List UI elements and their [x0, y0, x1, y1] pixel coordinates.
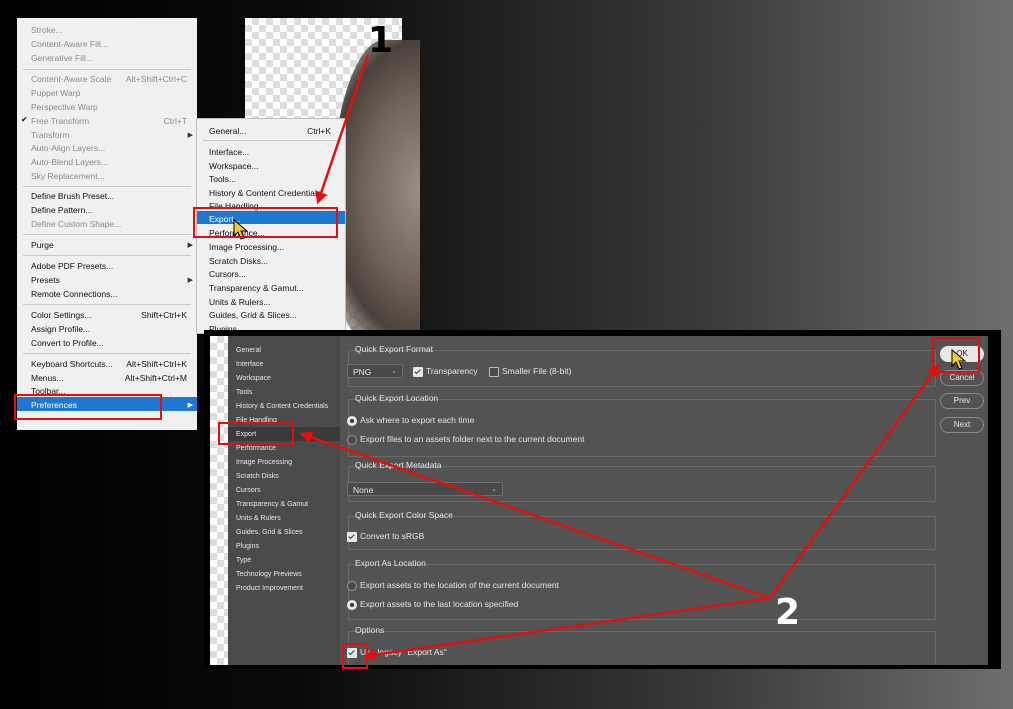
arrow-to-export-sidebar	[299, 431, 771, 600]
step-number-2: 2	[775, 592, 801, 633]
arrow-to-export	[315, 54, 370, 205]
arrow-to-ok	[768, 363, 940, 599]
annotation-arrows	[299, 54, 940, 661]
arrow-to-legacy-checkbox	[363, 596, 771, 661]
